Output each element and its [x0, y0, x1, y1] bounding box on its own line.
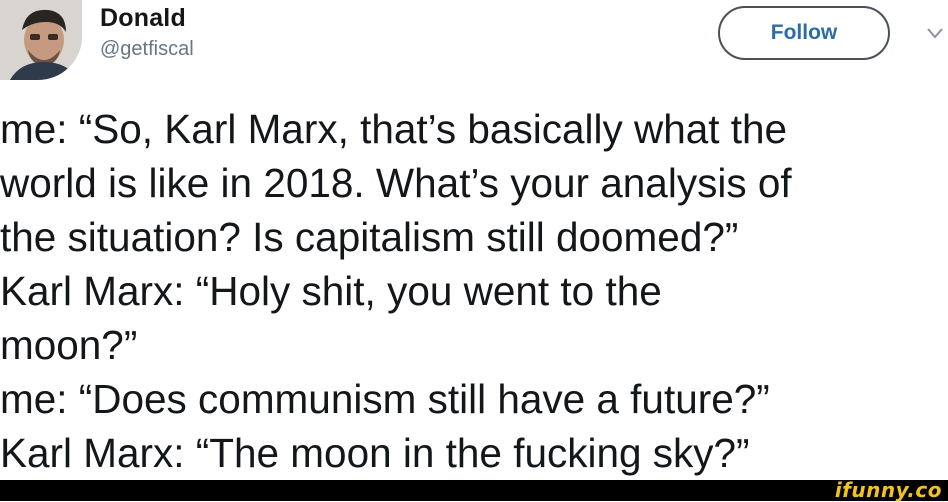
tweet-text-line: Karl Marx: “The moon in the fucking sky?…: [0, 430, 750, 476]
tweet-text-line: moon?”: [0, 322, 138, 368]
author-display-name[interactable]: Donald: [100, 4, 186, 33]
tweet-text-line: the situation? Is capitalism still doome…: [0, 214, 739, 260]
tweet-text-line: Karl Marx: “Holy shit, you went to the: [0, 268, 662, 314]
tweet-card: Donald @getfiscal Follow me: “So, Karl M…: [0, 0, 948, 480]
tweet-text: me: “So, Karl Marx, that’s basically wha…: [0, 102, 940, 480]
follow-button[interactable]: Follow: [718, 6, 890, 60]
avatar[interactable]: [0, 0, 82, 80]
tweet-text-line: me: “So, Karl Marx, that’s basically wha…: [0, 106, 788, 152]
tweet-text-line: me: “Does communism still have a future?…: [0, 376, 770, 422]
avatar-photo-icon: [0, 0, 82, 80]
watermark-bar: ifunny.co: [0, 478, 948, 502]
author-handle[interactable]: @getfiscal: [100, 38, 194, 61]
chevron-down-icon[interactable]: [926, 26, 944, 40]
watermark-logo: ifunny.co: [834, 478, 942, 502]
tweet-text-line: world is like in 2018. What’s your analy…: [0, 160, 792, 206]
